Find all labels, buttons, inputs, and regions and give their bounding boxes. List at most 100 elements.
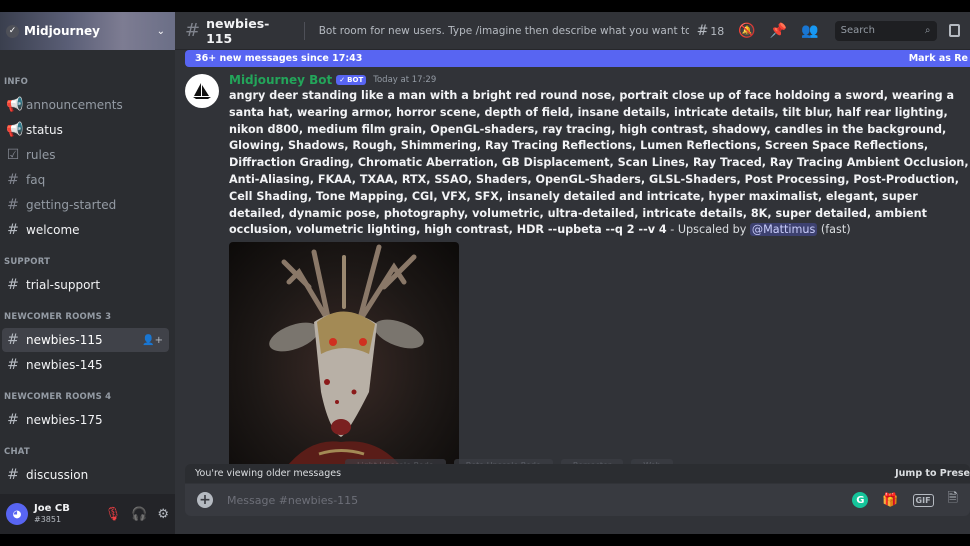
channel-newbies-145[interactable]: # newbies-145: [2, 353, 169, 377]
channel-sidebar: ✓ Midjourney ⌄ INFO 📢 announcements 📢 st…: [0, 12, 175, 534]
divider: [303, 21, 305, 40]
threads-icon: #: [185, 20, 201, 41]
composer-toolbar: G 🎁 GIF 🗎: [852, 489, 958, 511]
prompt-text: angry deer standing like a man with a br…: [229, 89, 969, 237]
timestamp: Today at 17:29: [373, 75, 437, 85]
channel-label: getting-started: [26, 198, 117, 212]
channel-label: trial-support: [26, 278, 101, 292]
channel-faq[interactable]: # faq: [2, 168, 169, 192]
generated-image[interactable]: [229, 242, 459, 471]
verified-icon: ✓: [6, 24, 19, 38]
user-tag: #3851: [34, 515, 62, 524]
search-input[interactable]: Search ⌕: [834, 20, 937, 41]
checkbox-icon: ☑: [6, 147, 20, 163]
channel-topic[interactable]: Bot room for new users. Type /imagine th…: [319, 25, 689, 37]
channel-label: newbies-175: [26, 413, 103, 427]
gift-icon[interactable]: 🎁: [882, 493, 898, 508]
category-newcomer-rooms-4[interactable]: NEWCOMER ROOMS 4: [0, 378, 175, 407]
topic-text: Bot room for new users. Type /imagine th…: [318, 24, 689, 37]
channel-newbies-175[interactable]: # newbies-175: [2, 408, 169, 432]
channel-getting-started[interactable]: # getting-started: [2, 193, 169, 217]
inbox-icon[interactable]: [948, 24, 960, 37]
new-messages-banner[interactable]: 36+ new messages since 17:43 Mark as Re: [185, 50, 970, 67]
message-composer: + Message #newbies-115 G 🎁 GIF 🗎: [185, 484, 970, 516]
category-support[interactable]: SUPPORT: [0, 243, 175, 272]
user-mention[interactable]: @Mattimus: [749, 223, 818, 237]
channel-title: newbies-115: [206, 15, 270, 46]
pin-icon[interactable]: 📌: [770, 23, 787, 39]
user-controls: 🎙 🎧 ⚙: [105, 507, 169, 522]
hash-icon: #: [7, 197, 19, 213]
discord-window: ✓ Midjourney ⌄ INFO 📢 announcements 📢 st…: [0, 12, 970, 534]
chat-area: # newbies-115 Bot room for new users. Ty…: [175, 12, 970, 534]
add-attachment-button[interactable]: +: [197, 492, 213, 508]
channel-welcome[interactable]: # welcome: [2, 218, 169, 242]
chevron-down-icon[interactable]: ⌄: [157, 26, 165, 37]
sticker-icon[interactable]: 🗎: [948, 489, 958, 511]
bot-badge: ✓ BOT: [336, 75, 367, 85]
channel-newbies-115[interactable]: # newbies-115 👤+: [2, 328, 169, 352]
megaphone-icon: 📢: [6, 122, 24, 138]
sailboat-icon: [193, 83, 211, 99]
channel-status[interactable]: 📢 status: [2, 118, 169, 142]
members-icon[interactable]: 👥: [801, 23, 818, 39]
search-placeholder: Search: [840, 25, 875, 36]
headphones-icon[interactable]: 🎧: [131, 507, 147, 522]
deer-portrait-image: [269, 244, 424, 471]
older-messages-bar: You're viewing older messages Jump to Pr…: [185, 464, 970, 483]
threads-icon: #: [7, 357, 19, 373]
new-messages-text: 36+ new messages since 17:43: [195, 53, 363, 64]
channel-announcements[interactable]: 📢 announcements: [2, 93, 169, 117]
header-toolbar: #18 🔕 📌 👥: [697, 23, 819, 39]
gif-button[interactable]: GIF: [912, 493, 934, 507]
upscaled-by: - Upscaled by: [666, 223, 750, 237]
category-chat[interactable]: CHAT: [0, 433, 175, 462]
notification-bell-muted-icon[interactable]: 🔕: [738, 23, 755, 39]
channel-label: announcements: [26, 98, 123, 112]
grammarly-icon[interactable]: G: [852, 492, 869, 508]
category-info[interactable]: INFO: [0, 58, 175, 92]
channel-label: discussion: [26, 468, 89, 482]
user-panel: ◕ Joe CB #3851 🎙 🎧 ⚙: [0, 494, 175, 534]
badge-label: BOT: [347, 76, 364, 84]
channel-list: INFO 📢 announcements 📢 status ☑ rules # …: [0, 50, 175, 487]
check-icon: ✓: [339, 76, 346, 84]
message-body: Midjourney Bot ✓ BOT Today at 17:29 angry…: [229, 72, 970, 471]
avatar[interactable]: ◕: [6, 503, 28, 525]
channel-discussion[interactable]: # discussion: [2, 463, 169, 487]
channel-header: # newbies-115 Bot room for new users. Ty…: [175, 12, 970, 50]
megaphone-icon: 📢: [6, 97, 24, 113]
threads-icon: #: [7, 412, 19, 428]
threads-icon: #: [696, 22, 709, 39]
channel-label: newbies-145: [26, 358, 103, 372]
channel-label: welcome: [26, 223, 80, 237]
message: Midjourney Bot ✓ BOT Today at 17:29 angry…: [185, 72, 970, 471]
add-member-icon[interactable]: 👤+: [142, 335, 163, 346]
jump-to-present-button[interactable]: Jump to Prese: [895, 468, 970, 479]
mic-muted-icon[interactable]: 🎙: [105, 507, 122, 522]
user-info[interactable]: Joe CB #3851: [34, 503, 70, 525]
threads-icon: #: [7, 467, 19, 483]
channel-trial-support[interactable]: # trial-support: [2, 273, 169, 297]
threads-count[interactable]: #18: [697, 23, 725, 39]
message-header: Midjourney Bot ✓ BOT Today at 17:29: [229, 72, 970, 88]
message-content: angry deer standing like a man with a br…: [229, 88, 969, 239]
mark-as-read-button[interactable]: Mark as Re: [909, 53, 970, 64]
thread-count: 18: [710, 24, 725, 38]
channel-label: newbies-115: [26, 333, 103, 347]
message-input[interactable]: Message #newbies-115: [227, 494, 852, 507]
gear-icon[interactable]: ⚙: [157, 507, 169, 522]
hash-icon: #: [7, 222, 19, 238]
channel-label: rules: [26, 148, 56, 162]
server-name: Midjourney: [24, 24, 100, 38]
bot-avatar[interactable]: [185, 74, 219, 108]
older-messages-notice: You're viewing older messages: [195, 468, 342, 479]
server-header[interactable]: ✓ Midjourney ⌄: [0, 12, 175, 50]
author-name[interactable]: Midjourney Bot: [229, 73, 332, 87]
threads-icon: #: [7, 332, 19, 348]
hash-icon: #: [7, 172, 19, 188]
category-newcomer-rooms-3[interactable]: NEWCOMER ROOMS 3: [0, 298, 175, 327]
speed-label: (fast): [817, 223, 851, 237]
channel-label: status: [26, 123, 63, 137]
channel-rules[interactable]: ☑ rules: [2, 143, 169, 167]
